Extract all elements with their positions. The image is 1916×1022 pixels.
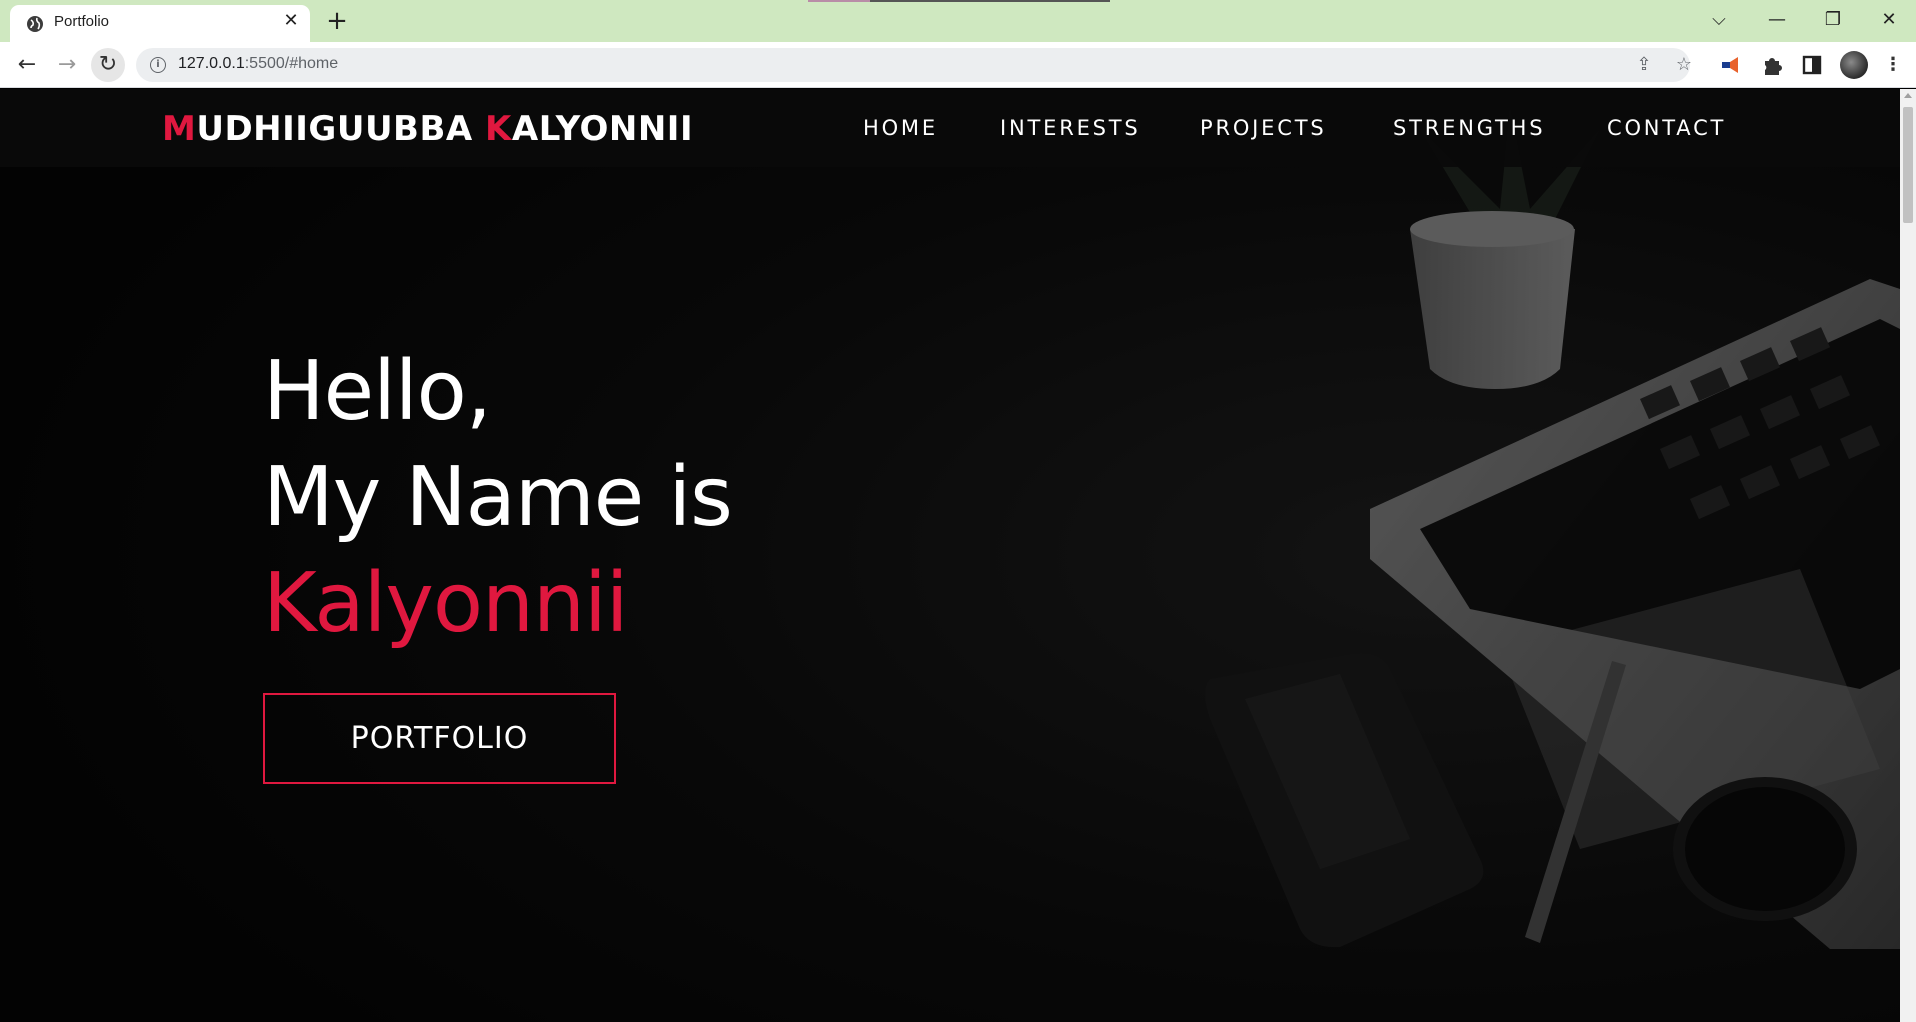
- globe-icon: [27, 16, 43, 32]
- url-path: :5500/#home: [244, 55, 339, 72]
- browser-tab-portfolio[interactable]: Portfolio ✕: [10, 5, 310, 42]
- extensions-puzzle-icon[interactable]: [1759, 52, 1785, 78]
- minimize-button[interactable]: —: [1760, 6, 1794, 34]
- new-tab-button[interactable]: +: [324, 8, 350, 34]
- browser-menu-icon[interactable]: ⋮: [1880, 52, 1906, 78]
- profile-avatar[interactable]: [1840, 51, 1868, 79]
- forward-button[interactable]: →: [52, 50, 82, 80]
- hero-heading: Hello, My Name is Kalyonnii: [263, 339, 733, 657]
- tab-close-icon[interactable]: ✕: [280, 10, 302, 32]
- tab-search-button[interactable]: ⌵: [1702, 6, 1736, 34]
- back-button[interactable]: ←: [12, 50, 42, 80]
- scrollbar-thumb[interactable]: [1903, 107, 1913, 223]
- megaphone-extension-icon[interactable]: [1718, 52, 1744, 78]
- restore-button[interactable]: ❐: [1816, 6, 1850, 34]
- loading-indicator-segment: [808, 0, 870, 2]
- hero-greeting: Hello,: [263, 344, 492, 439]
- page-scrollbar[interactable]: [1900, 89, 1916, 1022]
- nav-link-strengths[interactable]: STRENGTHS: [1393, 116, 1545, 140]
- page-viewport: MUDHIIGUUBBA KALYONNII HOME INTERESTS PR…: [0, 89, 1900, 1022]
- site-navbar: MUDHIIGUUBBA KALYONNII HOME INTERESTS PR…: [0, 89, 1900, 167]
- address-bar[interactable]: i 127.0.0.1:5500/#home ⇪ ☆: [136, 48, 1692, 82]
- hero-intro: My Name is: [263, 450, 733, 545]
- url-text[interactable]: 127.0.0.1:5500/#home: [178, 55, 338, 73]
- bookmark-star-icon[interactable]: ☆: [1672, 53, 1696, 77]
- share-icon[interactable]: ⇪: [1632, 53, 1656, 77]
- browser-toolbar: ← → ↻ i 127.0.0.1:5500/#home ⇪ ☆ ⋮: [0, 42, 1916, 88]
- site-info-icon[interactable]: i: [150, 57, 166, 73]
- side-panel-icon[interactable]: [1799, 52, 1825, 78]
- scroll-up-arrow-icon[interactable]: [1904, 93, 1912, 98]
- tab-title: Portfolio: [54, 13, 110, 30]
- hero-name: Kalyonnii: [263, 556, 629, 651]
- loading-indicator-track: [870, 0, 1110, 2]
- nav-link-interests[interactable]: INTERESTS: [1000, 116, 1141, 140]
- portfolio-button[interactable]: PORTFOLIO: [263, 693, 616, 784]
- browser-tab-strip: Portfolio ✕ + ⌵ — ❐ ✕: [0, 0, 1916, 42]
- close-window-button[interactable]: ✕: [1872, 6, 1906, 34]
- reload-button[interactable]: ↻: [93, 50, 123, 80]
- nav-link-projects[interactable]: PROJECTS: [1200, 116, 1326, 140]
- nav-links: HOME INTERESTS PROJECTS STRENGTHS CONTAC…: [0, 116, 1900, 146]
- url-host: 127.0.0.1: [178, 55, 245, 72]
- nav-link-home[interactable]: HOME: [863, 116, 938, 140]
- nav-link-contact[interactable]: CONTACT: [1607, 116, 1726, 140]
